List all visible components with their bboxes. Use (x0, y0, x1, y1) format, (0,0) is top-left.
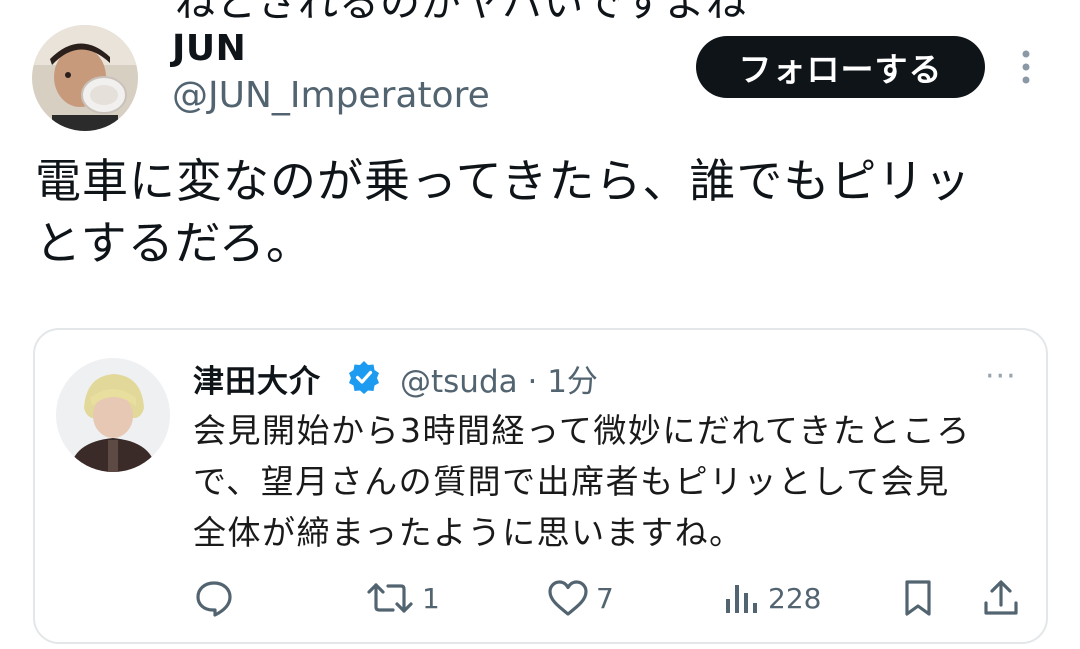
quoted-text-line: 全体が締まったように思いますね。 (193, 513, 744, 552)
views-button[interactable]: 228 (722, 576, 821, 620)
like-count: 7 (596, 581, 614, 615)
bookmark-button[interactable] (900, 576, 936, 620)
more-vertical-icon[interactable] (1016, 48, 1036, 88)
quoted-author-display-name[interactable]: 津田大介 (193, 356, 321, 401)
author-handle[interactable]: @JUN_Imperatore (172, 75, 490, 116)
quoted-tweet-text: 会見開始から3時間経って微妙にだれてきたところ で、望月さんの質問で出席者もピリ… (193, 405, 1033, 558)
retweet-button[interactable]: 1 (366, 576, 440, 620)
verified-badge-icon (347, 360, 381, 394)
views-count: 228 (768, 581, 822, 615)
follow-button[interactable]: フォローする (696, 36, 985, 98)
retweet-icon (366, 577, 416, 619)
quoted-handle-and-time[interactable]: @tsuda · 1分 (400, 356, 598, 401)
quoted-text-line: で、望月さんの質問で出席者もピリッとして会見 (193, 462, 950, 501)
previous-tweet-text-fragment: ねとされるのがヤバいですよね (175, 0, 747, 26)
quoted-more-icon[interactable]: ··· (985, 362, 1017, 392)
share-icon (980, 577, 1022, 619)
tweet-text-line: 電車に変なのが乗ってきたら、誰でもピリッ (35, 154, 972, 208)
like-button[interactable]: 7 (546, 576, 614, 620)
author-avatar[interactable] (32, 25, 138, 131)
author-display-name[interactable]: JUN (172, 28, 246, 69)
quoted-text-line: 会見開始から3時間経って微妙にだれてきたところ (193, 411, 971, 450)
retweet-count: 1 (422, 581, 440, 615)
tweet-text-line: とするだろ。 (35, 216, 313, 270)
heart-icon (546, 577, 590, 619)
share-button[interactable] (980, 576, 1022, 620)
bookmark-icon (900, 577, 936, 619)
reply-icon (193, 577, 235, 619)
tweet-screenshot: ねとされるのがヤバいですよね JUN @JUN_Imperatore フォローす… (0, 0, 1080, 649)
reply-button[interactable] (193, 576, 235, 620)
quoted-author-avatar[interactable] (56, 358, 170, 472)
views-icon (722, 577, 762, 619)
tweet-text: 電車に変なのが乗ってきたら、誰でもピリッ とするだろ。 (35, 150, 1045, 274)
